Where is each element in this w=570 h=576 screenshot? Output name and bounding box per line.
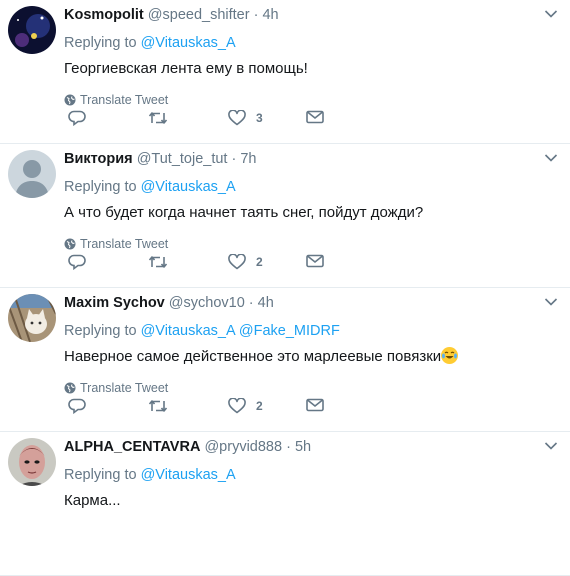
tweet-text: Георгиевская лента ему в помощь! <box>64 60 308 77</box>
mention-link[interactable]: @Vitauskas_A <box>141 467 236 483</box>
envelope-icon <box>306 398 324 412</box>
tweet-actions: 2 <box>64 254 364 276</box>
tweet-text: Наверное самое действенное это марлеевые… <box>64 344 560 370</box>
retweet-icon <box>148 400 168 412</box>
heart-icon <box>228 254 246 270</box>
author-name[interactable]: Maxim Sychov <box>64 295 165 311</box>
direct-message-button[interactable] <box>306 254 324 268</box>
tweet-header: Maxim Sychov @sychov10 · 4h <box>64 288 560 318</box>
replying-to: Replying to @Vitauskas_A <box>64 462 560 488</box>
like-count: 2 <box>256 399 263 413</box>
tears-of-joy-emoji-icon <box>441 347 459 364</box>
reply-icon <box>68 110 86 126</box>
tweet-header: Kosmopolit @speed_shifter · 4h <box>64 0 560 30</box>
avatar[interactable] <box>8 438 56 486</box>
replying-to: Replying to @Vitauskas_A @Fake_MIDRF <box>64 318 560 344</box>
globe-icon <box>64 382 76 394</box>
tweet-text: Карма... <box>64 492 121 509</box>
like-count: 2 <box>256 255 263 269</box>
like-button[interactable]: 2 <box>228 254 263 270</box>
envelope-icon <box>306 254 324 268</box>
retweet-button[interactable] <box>148 398 168 414</box>
tweet[interactable]: Maxim Sychov @sychov10 · 4h Replying to … <box>0 288 570 432</box>
author-name[interactable]: Виктория <box>64 151 133 167</box>
timestamp[interactable]: 4h <box>258 295 274 311</box>
reply-icon <box>68 398 86 414</box>
like-button[interactable]: 3 <box>228 110 263 126</box>
globe-icon <box>64 238 76 250</box>
author-handle[interactable]: @speed_shifter <box>148 7 250 23</box>
timestamp[interactable]: 5h <box>295 439 311 455</box>
avatar[interactable] <box>8 150 56 198</box>
timestamp[interactable]: 4h <box>262 7 278 23</box>
mention-link[interactable]: @Fake_MIDRF <box>239 323 340 339</box>
replying-to: Replying to @Vitauskas_A <box>64 30 560 56</box>
mention-link[interactable]: @Vitauskas_A <box>141 179 236 195</box>
avatar[interactable] <box>8 294 56 342</box>
replying-prefix: Replying to <box>64 323 137 339</box>
reply-button[interactable] <box>68 110 86 126</box>
retweet-icon <box>148 256 168 268</box>
author-name[interactable]: Kosmopolit <box>64 7 144 23</box>
like-count: 3 <box>256 111 263 125</box>
tweet-actions: 2 <box>64 398 364 420</box>
author-handle[interactable]: @Tut_toje_tut <box>137 151 228 167</box>
tweet-header: Виктория @Tut_toje_tut · 7h <box>64 144 560 174</box>
reply-button[interactable] <box>68 398 86 414</box>
translate-label: Translate Tweet <box>80 93 169 107</box>
author-name[interactable]: ALPHA_CENTAVRA <box>64 439 200 455</box>
tweet[interactable]: ALPHA_CENTAVRA @pryvid888 · 5h Replying … <box>0 432 570 576</box>
envelope-icon <box>306 110 324 124</box>
chevron-down-icon[interactable] <box>544 9 558 19</box>
mention-link[interactable]: @Vitauskas_A <box>141 35 236 51</box>
author-handle[interactable]: @sychov10 <box>169 295 245 311</box>
translate-tweet-link[interactable]: Translate Tweet <box>64 378 560 398</box>
separator: · <box>253 7 259 23</box>
heart-icon <box>228 398 246 414</box>
direct-message-button[interactable] <box>306 110 324 124</box>
translate-tweet-link[interactable]: Translate Tweet <box>64 90 560 110</box>
tweet-header: ALPHA_CENTAVRA @pryvid888 · 5h <box>64 432 560 462</box>
direct-message-button[interactable] <box>306 398 324 412</box>
retweet-button[interactable] <box>148 110 168 126</box>
tweet[interactable]: Виктория @Tut_toje_tut · 7h Replying to … <box>0 144 570 288</box>
timestamp[interactable]: 7h <box>240 151 256 167</box>
tweet-actions: 3 <box>64 110 364 132</box>
tweet-text: А что будет когда начнет таять снег, пой… <box>64 204 424 221</box>
translate-tweet-link[interactable]: Translate Tweet <box>64 234 560 254</box>
like-button[interactable]: 2 <box>228 398 263 414</box>
translate-label: Translate Tweet <box>80 381 169 395</box>
globe-icon <box>64 94 76 106</box>
reply-icon <box>68 254 86 270</box>
author-handle[interactable]: @pryvid888 <box>204 439 282 455</box>
translate-label: Translate Tweet <box>80 237 169 251</box>
retweet-button[interactable] <box>148 254 168 270</box>
replying-prefix: Replying to <box>64 179 137 195</box>
separator: · <box>231 151 237 167</box>
mention-link[interactable]: @Vitauskas_A <box>141 323 235 339</box>
tweet-text-content: Наверное самое действенное это марлеевые… <box>64 348 442 365</box>
heart-icon <box>228 110 246 126</box>
separator: · <box>248 295 254 311</box>
chevron-down-icon[interactable] <box>544 441 558 451</box>
reply-button[interactable] <box>68 254 86 270</box>
separator: · <box>286 439 291 455</box>
replying-prefix: Replying to <box>64 35 137 51</box>
replying-prefix: Replying to <box>64 467 137 483</box>
replying-to: Replying to @Vitauskas_A <box>64 174 560 200</box>
tweet[interactable]: Kosmopolit @speed_shifter · 4h Replying … <box>0 0 570 144</box>
avatar[interactable] <box>8 6 56 54</box>
chevron-down-icon[interactable] <box>544 153 558 163</box>
retweet-icon <box>148 112 168 124</box>
chevron-down-icon[interactable] <box>544 297 558 307</box>
